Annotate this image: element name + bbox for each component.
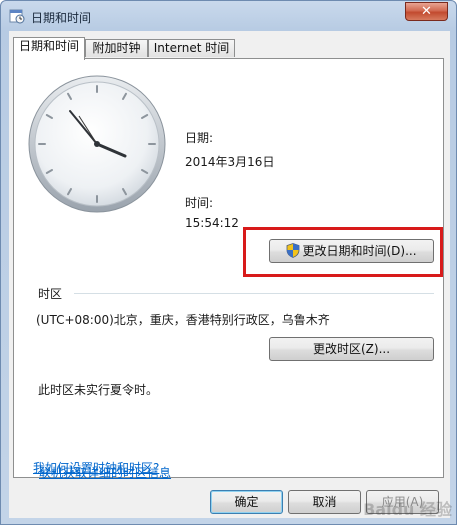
ok-button[interactable]: 确定 xyxy=(210,490,283,514)
change-timezone-button[interactable]: 更改时区(Z)... xyxy=(269,337,434,361)
tab-date-time[interactable]: 日期和时间 xyxy=(13,37,85,60)
timezone-value: (UTC+08:00)北京，重庆，香港特别行政区，乌鲁木齐 xyxy=(36,313,330,327)
change-date-time-button[interactable]: 更改日期和时间(D)... xyxy=(269,239,434,263)
date-time-dialog: 日期和时间 ✕ 日期和时间 附加时钟 Internet 时间 日期: 2014年… xyxy=(0,0,457,525)
timezone-section-label: 时区 xyxy=(38,287,63,301)
close-button[interactable]: ✕ xyxy=(405,2,448,21)
tab-panel-date-time: 日期: 2014年3月16日 时间: 15:54:12 更改日期和时间(D)..… xyxy=(13,58,444,480)
date-label: 日期: xyxy=(185,131,214,145)
change-date-time-label: 更改日期和时间(D)... xyxy=(302,244,417,258)
uac-shield-icon xyxy=(287,243,300,258)
clock-calendar-icon xyxy=(9,9,25,24)
tab-internet-time[interactable]: Internet 时间 xyxy=(148,39,235,57)
watermark-logo: Baidu 经验 xyxy=(363,500,452,519)
close-icon: ✕ xyxy=(421,4,432,19)
tab-additional-clocks[interactable]: 附加时钟 xyxy=(85,39,148,57)
date-value: 2014年3月16日 xyxy=(185,155,275,169)
time-value: 15:54:12 xyxy=(185,216,239,230)
dst-note: 此时区未实行夏令时。 xyxy=(38,383,159,397)
analog-clock xyxy=(28,75,166,213)
section-divider xyxy=(74,293,434,294)
window-title: 日期和时间 xyxy=(31,11,92,25)
how-to-set-clock-link[interactable]: 我如何设置时钟和时区? xyxy=(33,459,159,476)
cancel-button[interactable]: 取消 xyxy=(288,490,361,514)
title-bar[interactable]: 日期和时间 ✕ xyxy=(1,1,456,31)
dialog-client-area: 日期和时间 附加时钟 Internet 时间 日期: 2014年3月16日 时间… xyxy=(9,31,450,518)
time-label: 时间: xyxy=(185,196,214,210)
